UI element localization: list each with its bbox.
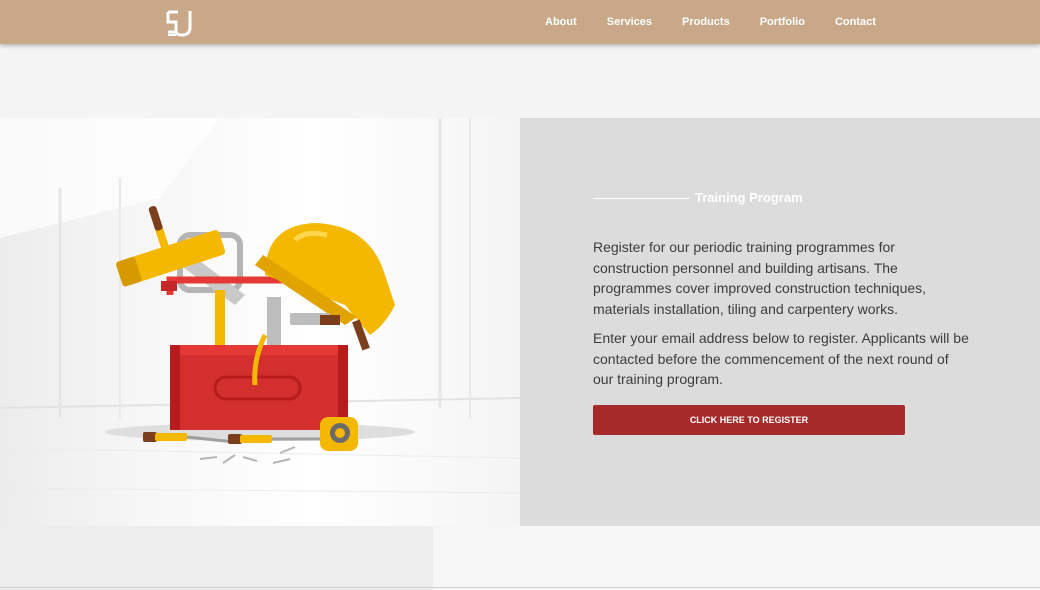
footer-block-right — [433, 526, 1040, 590]
nav-link-services[interactable]: Services — [607, 16, 652, 28]
training-section: Training Program Register for our period… — [0, 118, 1040, 526]
training-heading: Training Program — [695, 190, 803, 205]
main-nav: About Services Products Portfolio Contac… — [530, 0, 891, 44]
heading-divider — [593, 198, 689, 199]
nav-link-contact[interactable]: Contact — [835, 16, 876, 28]
register-button[interactable]: CLICK HERE TO REGISTER — [593, 405, 905, 435]
nav-link-portfolio[interactable]: Portfolio — [760, 16, 805, 28]
top-navbar: About Services Products Portfolio Contac… — [0, 0, 1040, 44]
training-description: Register for our periodic training progr… — [593, 239, 927, 317]
registration-instructions: Enter your email address below to regist… — [593, 330, 969, 387]
nav-link-about[interactable]: About — [545, 16, 577, 28]
toolbox-illustration-icon — [105, 205, 415, 464]
nav-link-products[interactable]: Products — [682, 16, 730, 28]
section-heading: Training Program — [593, 190, 803, 205]
footer-block-left — [0, 526, 433, 590]
sj-logo-icon[interactable] — [164, 9, 196, 37]
training-info-panel: Training Program Register for our period… — [520, 118, 1040, 526]
illustration-panel — [0, 118, 520, 526]
bottom-divider — [0, 587, 1040, 588]
